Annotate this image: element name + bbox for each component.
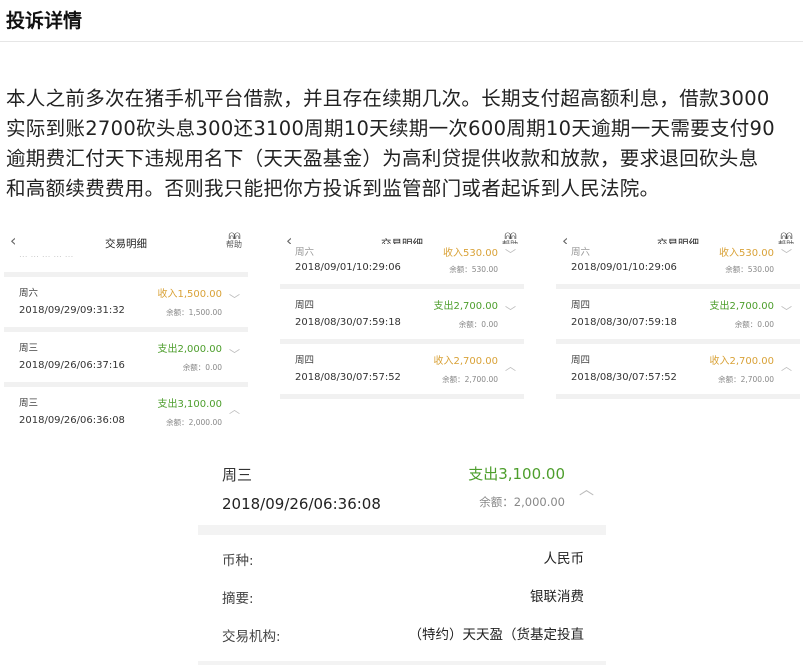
chevron-up-icon[interactable]: ︿: [579, 478, 594, 499]
chevron-up-icon: ︿: [229, 403, 240, 416]
detail-day: 周三: [222, 466, 253, 484]
page-title: 投诉详情: [6, 10, 83, 32]
complaint-line: 逾期费汇付天下违规用名下（天天盈基金）为高利贷提供收款和放款，要求退回砍头息: [6, 147, 759, 170]
transaction-screenshot-1: ‹ 交易明细 ᕱᕱ 帮助 ··· ··· ··· ··· ··· 周六 2018/…: [4, 228, 248, 428]
transaction-row[interactable]: 周三 2018/09/26/06:36:08 支出3,100.00 余额：2,0…: [4, 387, 248, 428]
complaint-line: 实际到账2700砍头息300还3100周期10天续期一次600周期10天逾期一天…: [6, 117, 775, 140]
transaction-row[interactable]: 周六 收入530.00 2018/09/01/10:29:06 余额：530.0…: [556, 244, 800, 284]
transaction-row[interactable]: 周四 2018/08/30/07:57:52 收入2,700.00 余额：2,7…: [556, 344, 800, 394]
chevron-down-icon: ﹀: [781, 248, 792, 261]
detail-amount: 支出3,100.00: [468, 465, 565, 483]
transaction-row[interactable]: 周四 2018/08/30/07:59:18 支出2,700.00 余额：0.0…: [556, 289, 800, 339]
title-divider: [0, 41, 803, 42]
transaction-summary[interactable]: 周三 2018/09/26/06:36:08 支出3,100.00 余额：2,0…: [198, 440, 606, 525]
chevron-up-icon: ︿: [505, 360, 516, 373]
detail-datetime: 2018/09/26/06:36:08: [222, 495, 381, 513]
complaint-line: 和高额续费费用。否则我只能把你方投诉到监管部门或者起诉到人民法院。: [6, 177, 660, 200]
transaction-row[interactable]: 周三 2018/09/26/06:37:16 支出2,000.00 余额：0.0…: [4, 332, 248, 382]
transaction-row[interactable]: 周四 2018/08/30/07:59:18 支出2,700.00 余额：0.0…: [280, 289, 524, 339]
chevron-down-icon: ﹀: [505, 248, 516, 261]
detail-field-institution: 交易机构: （特约）天天盈（货基定投直: [222, 627, 584, 645]
transaction-row[interactable]: 周四 2018/08/30/07:57:52 收入2,700.00 余额：2,7…: [280, 344, 524, 394]
detail-field-summary: 摘要: 银联消费: [222, 589, 584, 607]
transaction-row[interactable]: 周六 收入530.00 2018/09/01/10:29:06 余额：530.0…: [280, 244, 524, 284]
chevron-down-icon: ﹀: [781, 305, 792, 318]
panel-title: 交易明细: [105, 238, 147, 250]
transaction-screenshot-2: ‹ 交易明细 ᕱᕱ帮助 周六 收入530.00 2018/09/01/10:29…: [280, 228, 524, 428]
panel-header: ‹ 交易明细 ᕱᕱ帮助: [4, 228, 248, 256]
chevron-down-icon: ﹀: [229, 293, 240, 306]
transaction-screenshot-3: ‹ 交易明细 ᕱᕱ帮助 周六 收入530.00 2018/09/01/10:29…: [556, 228, 800, 428]
partial-row: ··· ··· ··· ··· ···: [19, 256, 74, 262]
chevron-down-icon: ﹀: [505, 305, 516, 318]
transaction-detail-zoom: 周三 2018/09/26/06:36:08 支出3,100.00 余额：2,0…: [198, 440, 606, 665]
complaint-line: 本人之前多次在猪手机平台借款，并且存在续期几次。长期支付超高额利息，借款3000: [6, 87, 770, 110]
detail-balance: 余额：2,000.00: [479, 495, 565, 509]
complaint-text: 本人之前多次在猪手机平台借款，并且存在续期几次。长期支付超高额利息，借款3000…: [6, 84, 798, 204]
chevron-up-icon: ︿: [781, 360, 792, 373]
chevron-down-icon: ﹀: [229, 348, 240, 361]
help-icon[interactable]: ᕱᕱ帮助: [226, 233, 242, 249]
transaction-row[interactable]: 周六 2018/09/29/09:31:32 收入1,500.00 余额：1,5…: [4, 277, 248, 327]
detail-field-currency: 币种: 人民币: [222, 551, 584, 569]
